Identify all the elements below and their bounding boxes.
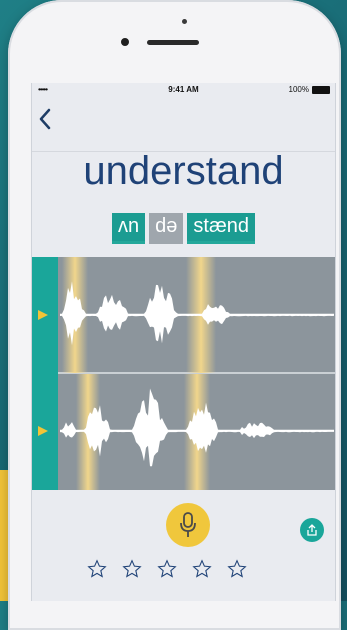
front-camera [121,38,129,46]
nav-bar [32,96,335,152]
controls-area [32,493,335,601]
phoneme-bar: ʌn də stænd [32,213,335,244]
star-icon[interactable] [87,559,107,579]
star-icon[interactable] [192,559,212,579]
star-icon[interactable] [122,559,142,579]
rating-stars [87,559,247,579]
status-bar: ••••• 9:41 AM 100% [32,83,335,96]
chevron-left-icon[interactable] [38,108,52,130]
battery-status: 100% [289,85,330,94]
earpiece-speaker [147,40,199,45]
microphone-button[interactable] [166,503,210,547]
sensor [182,19,187,24]
phoneme-2[interactable]: də [149,213,184,244]
word-title: understand [83,149,284,193]
battery-percent: 100% [288,85,309,94]
phoneme-3[interactable]: stænd [187,213,255,244]
microphone-icon [180,512,196,537]
phoneme-1[interactable]: ʌn [112,213,146,244]
app-screen: ••••• 9:41 AM 100% understand ʌn də stæn… [31,83,336,601]
star-icon[interactable] [157,559,177,579]
phone-frame: ••••• 9:41 AM 100% understand ʌn də stæn… [8,0,341,630]
waveform-panel [32,257,335,490]
battery-icon [312,85,330,94]
share-icon [307,524,317,536]
share-button[interactable] [300,518,324,542]
star-icon[interactable] [227,559,247,579]
